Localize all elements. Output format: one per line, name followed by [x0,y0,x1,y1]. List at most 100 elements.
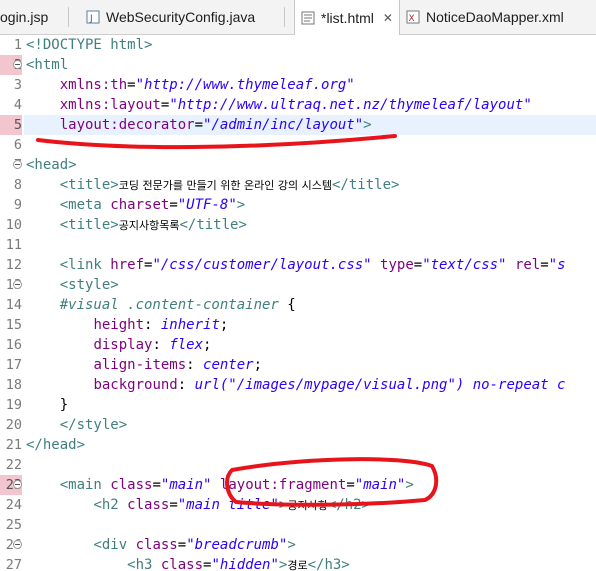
code-token: flex [169,337,204,353]
code-token: inherit [160,317,220,333]
code-line[interactable]: 17 align-items: center; [0,355,596,375]
code-token: 경로 [287,559,308,571]
fold-toggle-icon[interactable] [13,540,22,549]
line-number: 18 [5,377,22,393]
code-line[interactable]: 1 <!DOCTYPE html> [0,35,596,55]
code-token: "UTF-8" [177,197,237,213]
code-text: <div class="breadcrumb"> [26,535,295,555]
code-token: type [380,257,414,273]
code-line[interactable]: 11 [0,235,596,255]
code-token: <main [59,477,111,493]
line-number: 14 [5,297,22,313]
code-token: "breadcrumb" [186,537,288,553]
line-number: 4 [13,97,22,113]
code-line[interactable]: 22 [0,455,596,475]
line-number: 22 [5,457,22,473]
java-file-icon: J [86,10,100,24]
code-token: = [127,77,136,93]
code-line[interactable]: 8 <title>코딩 전문가를 만들기 위한 온라인 강의 시스템</titl… [0,175,596,195]
tab-noticedaomapper-xml[interactable]: X NoticeDaoMapper.xml [406,0,564,34]
code-line[interactable]: 23 <main class="main" layout:fragment="m… [0,475,596,495]
code-token: center [203,357,254,373]
code-token: background [93,377,178,393]
code-token: = [540,257,549,273]
fold-toggle-icon[interactable] [13,160,22,169]
tab-login-jsp[interactable]: ogin.jsp [0,0,48,34]
code-token: { [278,297,296,313]
code-line[interactable]: 13 <style> [0,275,596,295]
code-line[interactable]: 21 </head> [0,435,596,455]
code-line[interactable]: 16 display: flex; [0,335,596,355]
code-line[interactable]: 24 <h2 class="main title">공지사항</h2> [0,495,596,515]
code-text: <h3 class="hidden">경로</h3> [26,555,350,571]
code-token: : [177,377,195,393]
code-line[interactable]: 15 height: inherit; [0,315,596,335]
code-line[interactable]: 9 <meta charset="UTF-8"> [0,195,596,215]
line-number: 21 [5,437,22,453]
code-line[interactable]: 5 layout:decorator="/admin/inc/layout"> [0,115,596,135]
code-line[interactable]: 14 #visual .content-container { [0,295,596,315]
code-text: <meta charset="UTF-8"> [26,195,245,215]
code-token: = [346,477,355,493]
code-token: class [127,497,170,513]
code-text: <main class="main" layout:fragment="main… [26,475,414,495]
fold-toggle-icon[interactable] [13,60,22,69]
code-token: = [169,197,178,213]
line-number: 11 [5,237,22,253]
code-token: align-items [93,357,187,373]
code-line[interactable]: 2<html [0,55,596,75]
code-token: <h3 [127,557,161,571]
code-token: "/admin/inc/layout" [203,117,364,133]
code-token: : [186,357,204,373]
code-token: "hidden" [211,557,279,571]
code-editor[interactable]: 1<!DOCTYPE html>2<html3 xmlns:th="http:/… [0,35,596,571]
code-line[interactable]: 25 [0,515,596,535]
code-line[interactable]: 12 <link href = "/css/customer/layout.css"… [0,255,596,275]
code-line[interactable]: 6 [0,135,596,155]
code-token: ; [203,337,212,353]
code-text: <link href = "/css/customer/layout.css" ty… [26,255,566,275]
line-number: 3 [13,77,22,93]
xml-file-icon: X [406,10,420,24]
tab-label: *list.html [321,9,374,26]
code-line[interactable]: 27 <h3 class="hidden">경로</h3> [0,555,596,571]
close-tab-icon[interactable]: ✕ [383,11,393,25]
code-line[interactable]: 20 </style> [0,415,596,435]
code-text: align-items: center; [26,355,262,375]
line-number: 27 [5,557,22,571]
tab-list-html[interactable]: *list.html ✕ [294,0,400,35]
editor-tab-bar: ogin.jsp J WebSecurityConfig.java *list.… [0,0,596,35]
tab-divider [284,7,285,27]
code-token: <meta [59,197,111,213]
tab-websecurityconfig-java[interactable]: J WebSecurityConfig.java [86,0,255,34]
code-line[interactable]: 19 } [0,395,596,415]
code-token: "text/css" [422,257,507,273]
line-number: 16 [5,337,22,353]
line-number: 8 [13,177,22,193]
fold-toggle-icon[interactable] [13,280,22,289]
code-text: <!DOCTYPE html> [26,35,152,55]
code-line[interactable]: 7<head> [0,155,596,175]
code-line[interactable]: 10 <title>공지사항목록</title> [0,215,596,235]
code-token: </title> [332,177,400,193]
code-token: 코딩 전문가를 만들기 위한 온라인 강의 시스템 [118,179,332,192]
code-line[interactable]: 3 xmlns:th="http://www.thymeleaf.org" [0,75,596,95]
code-line[interactable]: 18 background: url("/images/mypage/visua… [0,375,596,395]
code-line[interactable]: 4 xmlns:layout="http://www.ultraq.net.nz… [0,95,596,115]
code-line[interactable]: 26 <div class="breadcrumb"> [0,535,596,555]
code-text: </head> [26,435,85,455]
code-text: </style> [26,415,127,435]
fold-toggle-icon[interactable] [13,480,22,489]
